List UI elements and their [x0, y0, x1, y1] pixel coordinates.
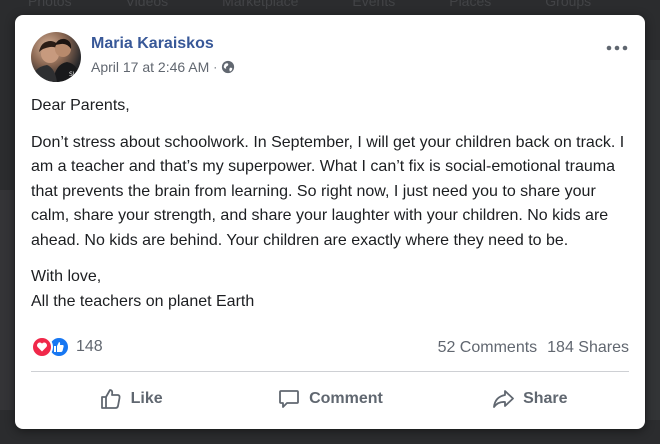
thumbs-up-icon — [100, 389, 121, 409]
post-paragraph: With love, All the teachers on planet Ea… — [31, 268, 255, 310]
comment-bubble-icon — [279, 390, 299, 408]
background-edge-right — [646, 60, 660, 420]
globe-icon[interactable] — [221, 60, 235, 74]
avatar-image: SLP — [31, 38, 81, 82]
post-card: SLP Maria Karaiskos April 17 at 2:46 AM … — [15, 15, 645, 429]
like-label: Like — [130, 390, 163, 407]
post-meta: April 17 at 2:46 AM · — [91, 59, 235, 75]
meta-separator: · — [213, 60, 218, 74]
avatar[interactable]: SLP — [31, 32, 81, 82]
background-edge-left — [0, 190, 14, 410]
shares-count[interactable]: 184 Shares — [547, 339, 629, 357]
more-options-button[interactable] — [605, 38, 629, 58]
post-timestamp[interactable]: April 17 at 2:46 AM — [91, 59, 209, 75]
comment-button[interactable]: Comment — [230, 379, 429, 419]
like-button[interactable]: Like — [31, 379, 230, 419]
author-name[interactable]: Maria Karaiskos — [91, 35, 214, 53]
post-header: SLP Maria Karaiskos April 17 at 2:46 AM … — [31, 32, 629, 84]
post-paragraph: Don’t stress about schoolwork. In Septem… — [31, 133, 625, 249]
reactions-summary[interactable]: 148 — [31, 336, 103, 358]
reaction-count: 148 — [76, 338, 103, 355]
post-actions: Like Comment Share — [31, 379, 629, 419]
share-button[interactable]: Share — [430, 379, 629, 419]
more-dots-icon — [606, 45, 628, 51]
svg-text:SLP: SLP — [69, 71, 80, 78]
comments-count[interactable]: 52 Comments — [438, 339, 538, 357]
share-label: Share — [523, 390, 568, 407]
share-arrow-icon — [493, 390, 514, 408]
post-body: Dear Parents, Don’t stress about schoolw… — [31, 94, 631, 326]
actions-divider — [31, 371, 629, 372]
post-stats: 148 52 Comments 184 Shares — [31, 336, 629, 362]
comment-label: Comment — [309, 390, 383, 407]
love-reaction-icon — [31, 336, 53, 358]
engagement-counts: 52 Comments 184 Shares — [438, 339, 629, 357]
post-paragraph: Dear Parents, — [31, 97, 130, 114]
